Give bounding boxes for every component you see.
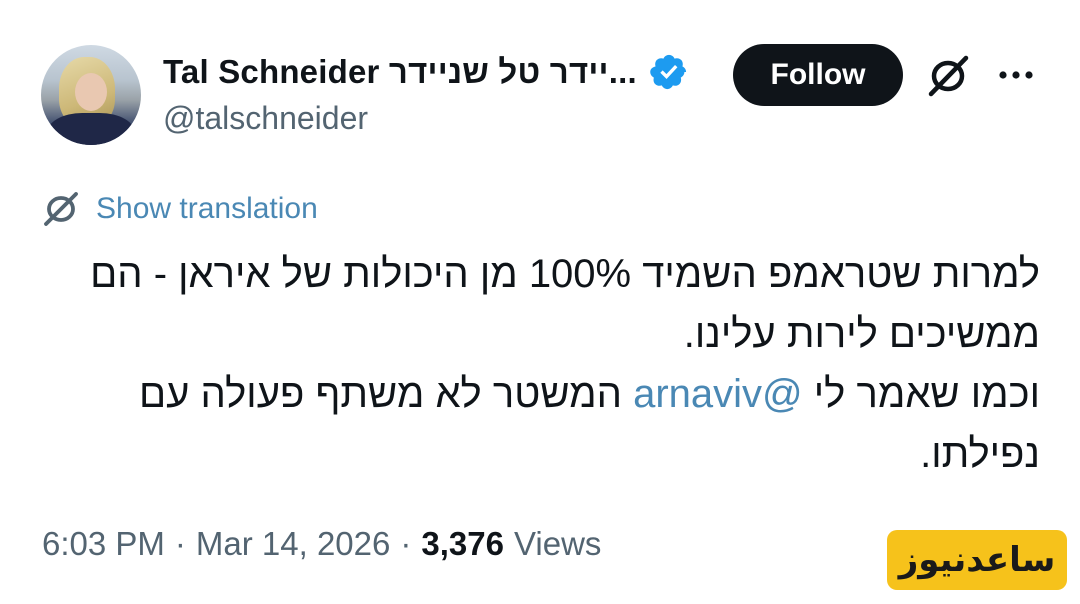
show-translation-link[interactable]: Show translation bbox=[42, 190, 318, 228]
views-label: Views bbox=[513, 525, 602, 562]
mention-link[interactable]: @arnaviv bbox=[633, 372, 803, 416]
verified-badge-icon bbox=[650, 54, 686, 90]
show-translation-label[interactable]: Show translation bbox=[96, 192, 318, 226]
more-icon[interactable] bbox=[996, 58, 1036, 92]
author-name-row[interactable]: Tal Schneider יידר טל שניידר... bbox=[163, 50, 689, 94]
tweet-text: למרות שטראמפ השמיד 100% מן היכולות של אי… bbox=[40, 244, 1040, 484]
tweet-card: Tal Schneider יידר טל שניידר... @talschn… bbox=[0, 0, 1080, 604]
follow-button[interactable]: Follow bbox=[733, 44, 903, 106]
meta-separator: · bbox=[400, 525, 412, 562]
avatar[interactable] bbox=[41, 45, 141, 145]
tweet-line: וכמו שאמר לי @arnaviv המשטר לא משתף פעול… bbox=[40, 364, 1040, 424]
translate-icon bbox=[44, 192, 78, 226]
views-count: 3,376 bbox=[421, 525, 504, 562]
avatar-body bbox=[47, 113, 135, 145]
watermark-logo: ساعدنیوز bbox=[887, 530, 1067, 590]
meta-separator: · bbox=[174, 525, 186, 562]
tweet-line-segment: המשטר לא משתף פעולה עם bbox=[139, 372, 634, 416]
tweet-date[interactable]: Mar 14, 2026 bbox=[196, 525, 390, 563]
author-handle[interactable]: @talschneider bbox=[163, 100, 368, 137]
author-display-name[interactable]: Tal Schneider יידר טל שניידר... bbox=[163, 53, 637, 91]
tweet-line: למרות שטראמפ השמיד 100% מן היכולות של אי… bbox=[90, 252, 1040, 296]
tweet-time[interactable]: 6:03 PM bbox=[42, 525, 165, 563]
tweet-line-segment: וכמו שאמר לי bbox=[802, 372, 1040, 416]
tweet-line: ממשיכים לירות עלינו. bbox=[683, 312, 1040, 356]
grok-icon[interactable] bbox=[924, 52, 974, 98]
avatar-face bbox=[75, 73, 107, 111]
tweet-line: נפילתו. bbox=[920, 432, 1040, 476]
tweet-meta: 6:03 PM · Mar 14, 2026 · 3,376 Views bbox=[42, 522, 601, 566]
